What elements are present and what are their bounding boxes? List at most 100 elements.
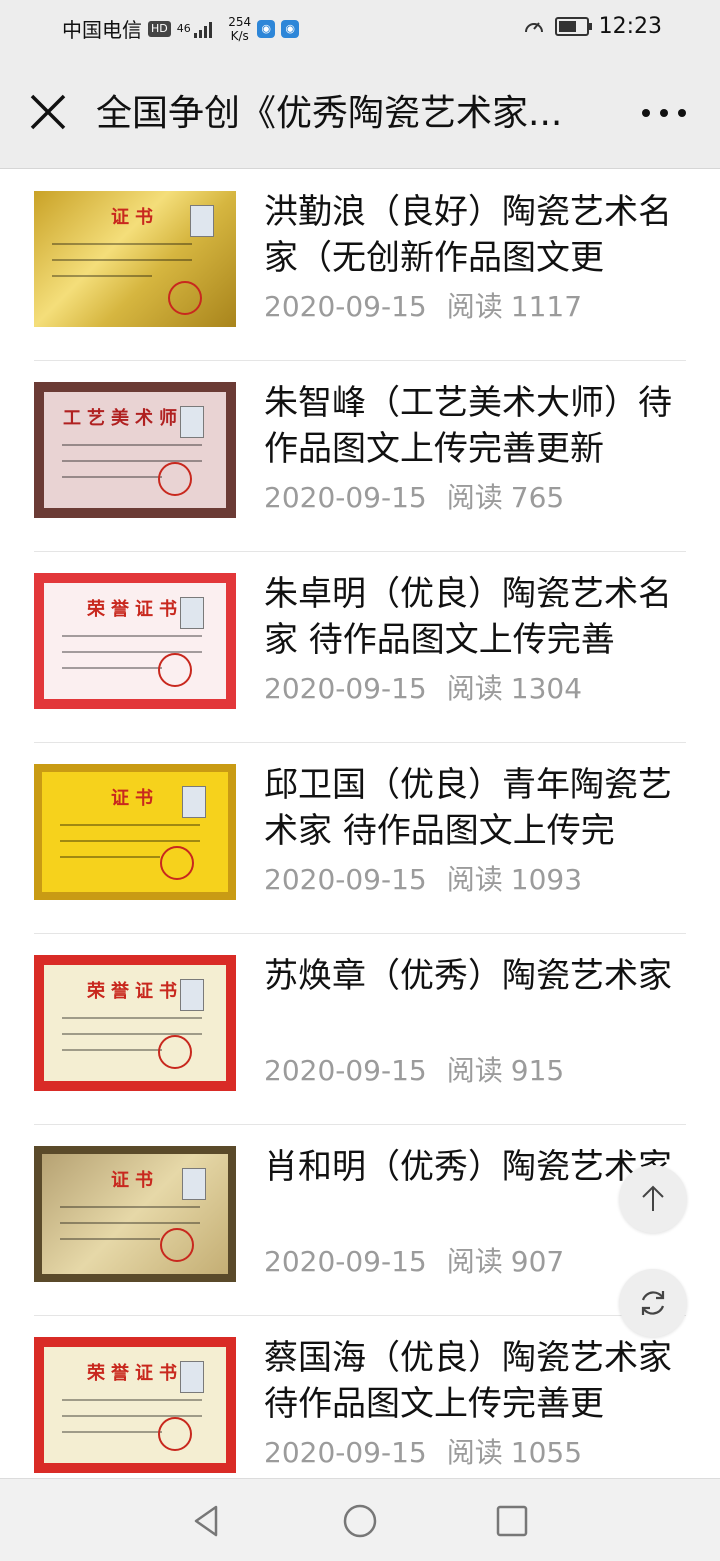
wifi-icon: ◉ — [281, 19, 300, 38]
status-right: 12:23 — [523, 14, 662, 39]
certificate-seal — [158, 653, 192, 687]
article-item[interactable]: 证书 邱卫国（优良）青年陶瓷艺术家 待作品图文上传完 2020-09-15 阅读 109… — [34, 742, 686, 934]
read-count: 1304 — [510, 672, 583, 705]
more-button[interactable] — [634, 102, 694, 124]
article-meta: 2020-09-15 阅读 1055 — [264, 1431, 582, 1471]
net-speed-value: 254 — [228, 14, 252, 29]
article-item[interactable]: 证书 洪勤浪（良好）陶瓷艺术名家（无创新作品图文更 2020-09-15 阅读 1117 — [34, 169, 686, 361]
read-count-label: 阅读 — [446, 1054, 503, 1087]
certificate-text-line — [52, 275, 152, 277]
certificate-seal — [158, 462, 192, 496]
certificate-text-line — [52, 259, 192, 261]
article-meta: 2020-09-15 阅读 915 — [264, 1049, 564, 1089]
circle-home-icon — [343, 1504, 377, 1538]
read-count-label: 阅读 — [446, 672, 503, 705]
nav-recents-button[interactable] — [494, 1503, 530, 1539]
refresh-button[interactable] — [619, 1269, 687, 1337]
read-count: 907 — [510, 1245, 565, 1278]
certificate-text-line — [52, 243, 192, 245]
nav-back-button[interactable] — [188, 1503, 224, 1539]
certificate-image: 工艺美术师证 — [34, 382, 236, 518]
article-thumbnail: 证书 — [34, 1146, 236, 1282]
certificate-text-line — [62, 1017, 202, 1019]
certificate-photo — [180, 406, 204, 438]
article-item[interactable]: 荣誉证书 朱卓明（优良）陶瓷艺术名家 待作品图文上传完善 2020-09-15 阅读 1… — [34, 551, 686, 743]
certificate-seal — [158, 1035, 192, 1069]
certificate-text-line — [62, 460, 202, 462]
certificate-text-line — [62, 635, 202, 637]
article-thumbnail: 荣誉证书 — [34, 573, 236, 709]
close-icon — [30, 94, 66, 130]
certificate-photo — [180, 597, 204, 629]
article-item[interactable]: 荣誉证书 蔡国海（优良）陶瓷艺术家 待作品图文上传完善更 2020-09-15 阅读 1… — [34, 1315, 686, 1475]
article-title: 肖和明（优秀）陶瓷艺术家 — [264, 1147, 672, 1187]
article-item[interactable]: 证书 肖和明（优秀）陶瓷艺术家 2020-09-15 阅读 907 — [34, 1124, 686, 1316]
scroll-to-top-button[interactable] — [619, 1165, 687, 1233]
certificate-text-line — [62, 667, 162, 669]
certificate-text-line — [62, 444, 202, 446]
article-title: 洪勤浪（良好）陶瓷艺术名家（无创新作品图文更 — [264, 192, 672, 278]
article-date: 2020-09-15 — [264, 290, 427, 323]
certificate-seal — [160, 1228, 194, 1262]
article-date: 2020-09-15 — [264, 863, 427, 896]
top-bar: 全国争创《优秀陶瓷艺术家... — [0, 56, 720, 169]
certificate-photo — [182, 786, 206, 818]
triangle-back-icon — [194, 1505, 218, 1537]
read-count: 915 — [510, 1054, 565, 1087]
clock: 12:23 — [598, 14, 662, 39]
certificate-image: 荣誉证书 — [34, 1337, 236, 1473]
read-count-label: 阅读 — [446, 481, 503, 514]
certificate-photo — [190, 205, 214, 237]
square-recents-icon — [496, 1505, 528, 1537]
signal-label: 46 — [176, 21, 191, 35]
more-icon-dot — [642, 109, 650, 117]
signal-icon: 46 — [177, 20, 219, 38]
article-thumbnail: 荣誉证书 — [34, 1337, 236, 1473]
read-count: 1055 — [510, 1436, 583, 1469]
certificate-text-line — [60, 1222, 200, 1224]
article-date: 2020-09-15 — [264, 1436, 427, 1469]
refresh-icon — [641, 1291, 665, 1315]
close-button[interactable] — [26, 90, 70, 134]
article-item[interactable]: 工艺美术师证 朱智峰（工艺美术大师）待作品图文上传完善更新 2020-09-15 阅读… — [34, 360, 686, 552]
certificate-image: 证书 — [34, 1146, 236, 1282]
speed-dial-icon — [524, 21, 543, 32]
read-count-label: 阅读 — [446, 863, 503, 896]
article-list: 证书 洪勤浪（良好）陶瓷艺术名家（无创新作品图文更 2020-09-15 阅读 1117… — [0, 169, 720, 1475]
certificate-photo — [180, 979, 204, 1011]
read-count: 1093 — [510, 863, 583, 896]
certificate-seal — [158, 1417, 192, 1451]
page-title: 全国争创《优秀陶瓷艺术家... — [96, 94, 563, 134]
article-title: 朱卓明（优良）陶瓷艺术名家 待作品图文上传完善 — [264, 574, 672, 660]
article-title: 蔡国海（优良）陶瓷艺术家 待作品图文上传完善更 — [264, 1338, 672, 1424]
certificate-seal — [160, 846, 194, 880]
certificate-text-line — [62, 1049, 162, 1051]
read-count-label: 阅读 — [446, 1436, 503, 1469]
system-nav-bar — [0, 1478, 720, 1561]
nav-home-button[interactable] — [342, 1503, 378, 1539]
certificate-text-line — [62, 1399, 202, 1401]
certificate-text-line — [60, 1238, 160, 1240]
article-date: 2020-09-15 — [264, 1245, 427, 1278]
certificate-photo — [180, 1361, 204, 1393]
status-bar: 中国电信 HD 46 254 K/s ◉ ◉ 12:23 — [0, 0, 720, 56]
article-meta: 2020-09-15 阅读 765 — [264, 476, 564, 516]
article-date: 2020-09-15 — [264, 1054, 427, 1087]
certificate-text-line — [60, 1206, 200, 1208]
article-title: 邱卫国（优良）青年陶瓷艺术家 待作品图文上传完 — [264, 765, 672, 851]
certificate-text-line — [62, 1431, 162, 1433]
hotspot-icon: ◉ — [257, 19, 276, 38]
article-meta: 2020-09-15 阅读 1304 — [264, 667, 582, 707]
certificate-text-line — [60, 856, 160, 858]
hd-badge: HD — [148, 20, 171, 37]
article-item[interactable]: 荣誉证书 苏焕章（优秀）陶瓷艺术家 2020-09-15 阅读 915 — [34, 933, 686, 1125]
article-title: 朱智峰（工艺美术大师）待作品图文上传完善更新 — [264, 383, 672, 469]
read-count: 765 — [510, 481, 565, 514]
battery-icon — [554, 17, 592, 36]
read-count-label: 阅读 — [446, 290, 503, 323]
arrow-up-icon — [642, 1185, 664, 1211]
article-title: 苏焕章（优秀）陶瓷艺术家 — [264, 956, 672, 996]
article-thumbnail: 证书 — [34, 191, 236, 327]
certificate-image: 荣誉证书 — [34, 573, 236, 709]
read-count-label: 阅读 — [446, 1245, 503, 1278]
